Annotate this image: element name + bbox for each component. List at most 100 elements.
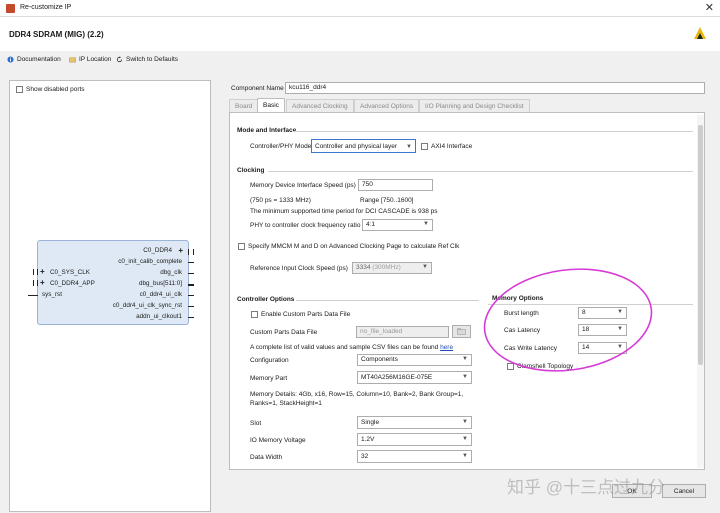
chevron-down-icon: ▼	[462, 374, 468, 380]
tab-advanced-options[interactable]: Advanced Options	[354, 99, 420, 112]
configuration-select[interactable]: Components ▼	[357, 354, 472, 366]
custom-file-input[interactable]: no_file_loaded	[356, 326, 449, 338]
chevron-down-icon: ▼	[462, 419, 468, 425]
tab-board[interactable]: Board	[229, 99, 259, 112]
expand-plus-icon[interactable]: +	[178, 246, 183, 255]
switch-defaults-label: Switch to Defaults	[126, 56, 179, 63]
folder-icon	[457, 328, 466, 335]
configuration-label: Configuration	[250, 357, 289, 364]
pin	[188, 306, 194, 307]
memory-part-label: Memory Part	[250, 375, 288, 382]
phy-mode-select[interactable]: Controller and physical layer ▼	[311, 139, 416, 153]
checkbox-box	[251, 311, 258, 318]
close-icon[interactable]: ✕	[705, 1, 714, 14]
slot-select[interactable]: Single ▼	[357, 416, 472, 429]
mmcm-checkbox[interactable]: Specify MMCM M and D on Advanced Clockin…	[238, 243, 459, 250]
expand-plus-icon[interactable]: +	[40, 278, 45, 287]
component-name-label: Component Name	[231, 85, 284, 92]
refresh-icon	[116, 56, 123, 63]
divider	[268, 171, 693, 172]
browse-button[interactable]	[452, 325, 471, 338]
chevron-down-icon: ▼	[423, 221, 429, 227]
switch-defaults-button[interactable]: Switch to Defaults	[116, 56, 178, 63]
ip-location-button[interactable]: IP Location	[69, 56, 111, 63]
custom-file-label: Custom Parts Data File	[250, 329, 318, 336]
ref-clock-select[interactable]: 3334 (300MHz) ▼	[352, 262, 432, 274]
vertical-scrollbar[interactable]	[697, 115, 704, 468]
checkbox-box	[238, 243, 245, 250]
checkbox-box	[16, 86, 23, 93]
speed-label: Memory Device Interface Speed (ps)	[250, 182, 356, 189]
port-init-calib: c0_init_calib_complete	[118, 258, 182, 265]
folder-icon	[69, 57, 76, 63]
phy-mode-value: Controller and physical layer	[315, 143, 398, 150]
pin	[188, 262, 194, 263]
app-icon	[6, 4, 15, 13]
divider	[293, 131, 693, 132]
memory-part-value: MT40A256M16GE-075E	[361, 374, 433, 381]
bus-pin-icon	[33, 280, 38, 286]
data-width-label: Data Width	[250, 454, 283, 461]
data-width-select[interactable]: 32 ▼	[357, 450, 472, 463]
cancel-button[interactable]: Cancel	[662, 484, 706, 498]
memory-part-select[interactable]: MT40A256M16GE-075E ▼	[357, 371, 472, 384]
component-name-input[interactable]: kcu116_ddr4	[285, 82, 705, 94]
csv-note: A complete list of valid values and samp…	[250, 344, 453, 351]
io-voltage-label: IO Memory Voltage	[250, 437, 306, 444]
port-sys-rst: sys_rst	[42, 291, 62, 298]
memory-details: Memory Details: 4Gb, x16, Row=15, Column…	[250, 391, 464, 407]
chevron-down-icon: ▼	[462, 356, 468, 362]
slot-value: Single	[361, 419, 380, 426]
toolbar: Documentation IP Location Switch to Defa…	[0, 52, 720, 69]
tab-io-planning[interactable]: I/O Planning and Design Checklist	[419, 99, 530, 112]
slot-label: Slot	[250, 420, 262, 427]
min-period-note: The minimum supported time period for DC…	[250, 208, 438, 215]
port-ui-clk: c0_ddr4_ui_clk	[139, 291, 182, 298]
mmcm-label: Specify MMCM M and D on Advanced Clockin…	[248, 243, 460, 251]
bus-pin-icon	[188, 249, 194, 255]
pin	[188, 295, 194, 296]
annotation-ellipse-icon	[483, 268, 653, 372]
pin	[188, 284, 194, 286]
show-disabled-ports-label: Show disabled ports	[26, 86, 85, 94]
ratio-label: PHY to controller clock frequency ratio	[250, 222, 361, 229]
range-note: Range [750..1600]	[360, 197, 414, 204]
ref-clock-value: 3334	[356, 264, 371, 271]
csv-note-text: A complete list of valid values and samp…	[250, 344, 439, 351]
port-sys-clk: C0_SYS_CLK	[50, 269, 90, 276]
pin	[188, 317, 194, 318]
ip-block-symbol: C0_DDR4 + c0_init_calib_complete dbg_clk…	[28, 240, 194, 325]
io-voltage-value: 1.2V	[361, 436, 375, 443]
enable-custom-checkbox[interactable]: Enable Custom Parts Data File	[251, 311, 350, 318]
tab-basic[interactable]: Basic	[257, 98, 285, 112]
clocking-section-title: Clocking	[237, 167, 265, 174]
tab-advanced-clocking[interactable]: Advanced Clocking	[286, 99, 354, 112]
ip-header: DDR4 SDRAM (MIG) (2.2)	[0, 17, 720, 51]
chevron-down-icon: ▼	[406, 144, 412, 150]
ref-clock-label: Reference Input Clock Speed (ps)	[250, 265, 348, 272]
scrollbar-thumb[interactable]	[698, 125, 703, 365]
mhz-note: (750 ps = 1333 MHz)	[250, 197, 311, 204]
vendor-logo-icon	[694, 27, 706, 39]
csv-here-link[interactable]: here	[440, 344, 453, 351]
port-ddr4-app: C0_DDR4_APP	[50, 280, 95, 287]
axi4-checkbox[interactable]: AXI4 Interface	[421, 143, 472, 150]
chevron-down-icon: ▼	[422, 264, 428, 270]
ip-name: DDR4 SDRAM (MIG) (2.2)	[9, 30, 104, 39]
port-addn-ui-clkout1: addn_ui_clkout1	[136, 313, 182, 320]
pin	[188, 273, 194, 274]
checkbox-box	[421, 143, 428, 150]
phy-mode-label: Controller/PHY Mode	[250, 143, 312, 150]
divider	[296, 300, 479, 301]
documentation-button[interactable]: Documentation	[7, 56, 61, 63]
speed-input[interactable]: 750	[358, 179, 433, 191]
show-disabled-ports-checkbox[interactable]: Show disabled ports	[16, 86, 85, 93]
ratio-select[interactable]: 4:1 ▼	[362, 219, 433, 231]
controller-section-title: Controller Options	[237, 296, 295, 303]
io-voltage-select[interactable]: 1.2V ▼	[357, 433, 472, 446]
configuration-value: Components	[361, 356, 398, 363]
pin	[28, 295, 38, 296]
expand-plus-icon[interactable]: +	[40, 267, 45, 276]
documentation-label: Documentation	[17, 56, 61, 63]
watermark: 知乎 @十三点过九分	[507, 478, 665, 497]
